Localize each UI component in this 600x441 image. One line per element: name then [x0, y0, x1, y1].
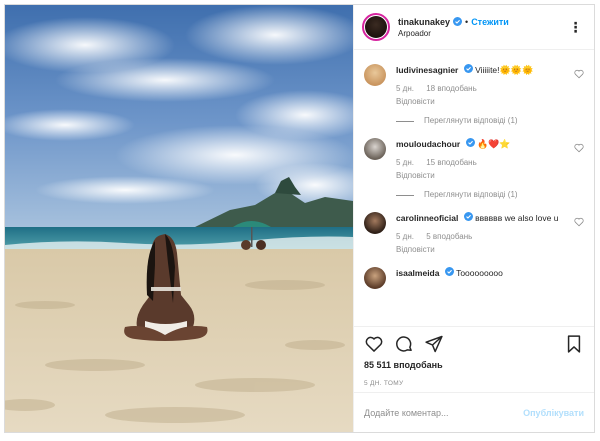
comment-item: isaalmeida Tooooooooo — [364, 267, 584, 289]
comment-like-heart-icon[interactable] — [574, 143, 584, 153]
comment-emojis: 🌞🌞🌞 — [499, 65, 534, 75]
commenter-avatar[interactable] — [364, 138, 386, 160]
commenter-avatar[interactable] — [364, 212, 386, 234]
comment-likes[interactable]: 5 вподобань — [426, 232, 472, 241]
comment-text: Viiiiite! — [475, 65, 500, 75]
comment-item: carolinneoficial вввввв we also love u 5… — [364, 212, 584, 256]
reply-button[interactable]: Відповісти — [396, 170, 566, 182]
author-username[interactable]: tinakunakey — [398, 17, 450, 27]
comment-bubble-icon[interactable] — [394, 334, 414, 354]
commenter-username[interactable]: isaalmeida — [396, 268, 439, 278]
share-direct-icon[interactable] — [424, 334, 444, 354]
add-comment-section: Опублікувати — [354, 392, 594, 432]
reply-button[interactable]: Відповісти — [396, 244, 566, 256]
commenter-avatar[interactable] — [364, 267, 386, 289]
commenter-username[interactable]: ludivinesagnier — [396, 65, 458, 75]
like-heart-icon[interactable] — [364, 334, 384, 354]
beach-photo-image — [5, 5, 353, 432]
verified-badge-icon — [463, 64, 473, 73]
view-replies-label: Переглянути відповіді (1) — [424, 116, 518, 125]
verified-badge-icon — [465, 138, 475, 147]
instagram-post: tinakunakey • Стежити Arpoador ⋮ ludivin… — [4, 4, 595, 433]
comment-input[interactable] — [364, 407, 524, 418]
comment-like-heart-icon[interactable] — [574, 217, 584, 227]
verified-badge-icon — [444, 267, 454, 276]
post-location[interactable]: Arpoador — [398, 29, 568, 38]
comment-item: ludivinesagnier Viiiiite!🌞🌞🌞 5 дн. 18 вп… — [364, 64, 584, 127]
comment-likes[interactable]: 15 вподобань — [426, 158, 477, 167]
post-photo[interactable] — [5, 5, 353, 432]
post-header: tinakunakey • Стежити Arpoador ⋮ — [354, 5, 594, 50]
commenter-avatar[interactable] — [364, 64, 386, 86]
more-options-icon[interactable]: ⋮ — [568, 19, 584, 36]
separator-dot: • — [465, 16, 469, 27]
post-time-ago: 5 ДН. ТОМУ — [364, 380, 404, 387]
view-replies-button[interactable]: Переглянути відповіді (1) — [396, 115, 566, 127]
view-replies-button[interactable]: Переглянути відповіді (1) — [396, 189, 566, 201]
post-actions-bar — [354, 326, 594, 360]
verified-badge-icon — [463, 212, 473, 221]
post-side-panel: tinakunakey • Стежити Arpoador ⋮ ludivin… — [353, 5, 594, 432]
reply-button[interactable]: Відповісти — [396, 96, 566, 108]
comment-text: Tooooooooo — [456, 268, 503, 278]
commenter-username[interactable]: carolinneoficial — [396, 213, 458, 223]
author-avatar[interactable] — [362, 13, 390, 41]
follow-button[interactable]: Стежити — [471, 17, 509, 27]
view-replies-label: Переглянути відповіді (1) — [424, 190, 518, 199]
comment-age: 5 дн. — [396, 84, 414, 93]
comment-like-heart-icon[interactable] — [574, 69, 584, 79]
comment-emojis: 🔥❤️⭐ — [476, 139, 511, 149]
publish-button[interactable]: Опублікувати — [523, 408, 584, 418]
comment-age: 5 дн. — [396, 158, 414, 167]
comment-text: вввввв we also love u — [475, 213, 559, 223]
likes-count[interactable]: 85 511 вподобань — [354, 360, 594, 374]
comment-item: mouloudachour 🔥❤️⭐ 5 дн. 15 вподобань Ві… — [364, 138, 584, 201]
comment-age: 5 дн. — [396, 232, 414, 241]
save-bookmark-icon[interactable] — [564, 334, 584, 354]
comments-list[interactable]: ludivinesagnier Viiiiite!🌞🌞🌞 5 дн. 18 вп… — [354, 50, 594, 326]
comment-likes[interactable]: 18 вподобань — [426, 84, 477, 93]
commenter-username[interactable]: mouloudachour — [396, 139, 460, 149]
verified-badge-icon — [453, 17, 463, 26]
